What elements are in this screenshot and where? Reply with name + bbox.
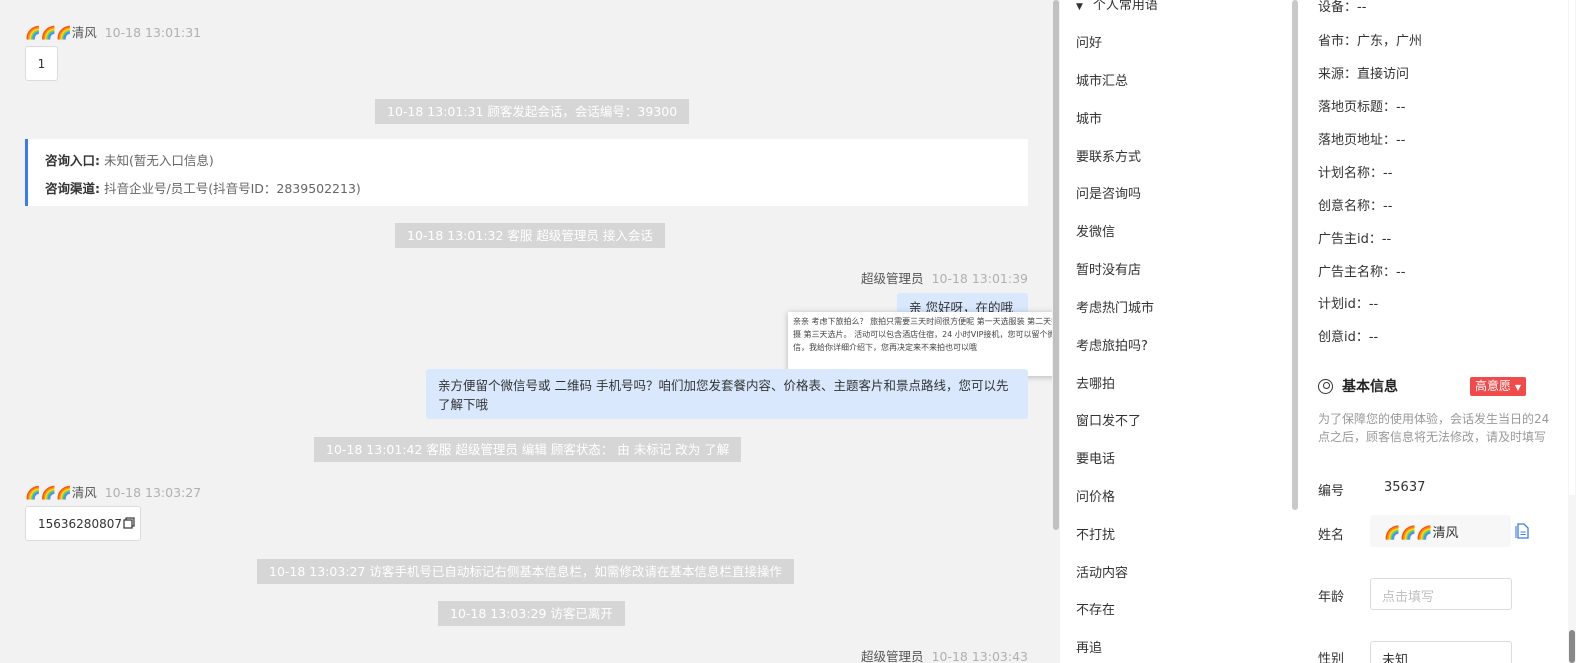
- consult-info-card: 咨询入口: 未知(暂无入口信息) 咨询渠道: 抖音企业号/员工号(抖音号ID：2…: [25, 139, 1028, 206]
- phrase-item[interactable]: 问价格: [1076, 486, 1115, 505]
- panel-scrollbar[interactable]: [1568, 0, 1576, 663]
- consult-entry-value: 未知(暂无入口信息): [103, 153, 214, 168]
- system-message: 10-18 13:01:32 客服 超级管理员 接入会话: [395, 223, 665, 248]
- phrase-item[interactable]: 暂时没有店: [1076, 259, 1141, 278]
- landing-url-info: 落地页地址：--: [1318, 133, 1406, 148]
- visitor-name: 🌈🌈🌈清风: [25, 25, 97, 40]
- agent-name: 超级管理员: [861, 271, 924, 286]
- basic-info-title-text: 基本信息: [1342, 379, 1398, 395]
- system-message: 10-18 13:03:29 访客已离开: [438, 601, 625, 626]
- age-label: 年龄: [1318, 590, 1345, 605]
- chat-scrollbar[interactable]: [1052, 0, 1060, 663]
- phrase-group-title: 个人常用语: [1092, 0, 1158, 13]
- visitor-message-bubble: 15636280807: [25, 506, 141, 541]
- phrase-item[interactable]: 不打扰: [1076, 524, 1115, 543]
- plan-name-info: 计划名称：--: [1318, 166, 1393, 181]
- consult-entry-label: 咨询入口:: [45, 153, 100, 168]
- age-input[interactable]: 点击填写: [1370, 578, 1512, 610]
- consult-channel-row: 咨询渠道: 抖音企业号/员工号(抖音号ID：2839502213): [45, 178, 1028, 197]
- quick-phrase-preview-tooltip: 亲亲 考虑下旅拍么？ 旅拍只需要三天时间很方便呢 第一天选服装 第二天拍摄 第三…: [788, 312, 1052, 376]
- landing-title-info: 落地页标题：--: [1318, 100, 1406, 115]
- phrase-item[interactable]: 城市: [1076, 108, 1102, 127]
- chat-workspace: 🌈🌈🌈清风 10-18 13:01:31 1 10-18 13:01:31 顾客发…: [0, 0, 1576, 663]
- agent-message-header: 超级管理员 10-18 13:01:39: [861, 268, 1028, 287]
- consult-channel-value: 抖音企业号/员工号(抖音号ID：2839502213): [103, 181, 361, 196]
- creative-name-info: 创意名称：--: [1318, 199, 1393, 214]
- phrase-item[interactable]: 要联系方式: [1076, 146, 1141, 165]
- agent-message-bubble: 亲方便留个微信号或 二维码 手机号吗？咱们加您发套餐内容、价格表、主题客片和景点…: [426, 369, 1028, 419]
- name-field[interactable]: 🌈🌈🌈清风: [1370, 515, 1511, 547]
- creative-id-info: 创意id：--: [1318, 330, 1379, 345]
- region-info: 省市：广东，广州: [1318, 34, 1423, 49]
- system-message: 10-18 13:01:31 顾客发起会话，会话编号：39300: [375, 99, 690, 124]
- phone-number-text: 15636280807: [38, 517, 122, 531]
- phrase-item[interactable]: 问好: [1076, 32, 1102, 51]
- edit-deadline-note: 为了保障您的使用体验，会话发生当日的24点之后，顾客信息将无法修改，请及时填写: [1318, 412, 1550, 444]
- device-info: 设备：--: [1318, 0, 1367, 15]
- consult-channel-label: 咨询渠道:: [45, 181, 100, 196]
- message-time: 10-18 13:01:39: [931, 271, 1028, 286]
- agent-name: 超级管理员: [861, 649, 924, 663]
- agent-message-header: 超级管理员 10-18 13:03:43: [861, 646, 1028, 663]
- plan-id-info: 计划id：--: [1318, 297, 1379, 312]
- system-message: 10-18 13:01:42 客服 超级管理员 编辑 顾客状态： 由 未标记 改…: [314, 437, 742, 462]
- system-message: 10-18 13:03:27 访客手机号已自动标记右侧基本信息栏，如需修改请在基…: [257, 559, 794, 584]
- visitor-message-header: 🌈🌈🌈清风 10-18 13:03:27: [25, 482, 201, 501]
- message-time: 10-18 13:03:27: [104, 485, 202, 500]
- caret-down-icon: ▼: [1514, 383, 1521, 392]
- visitor-message-bubble: 1: [25, 46, 58, 81]
- advertiser-id-info: 广告主id：--: [1318, 232, 1392, 247]
- advertiser-name-info: 广告主名称：--: [1318, 265, 1406, 280]
- name-label: 姓名: [1318, 528, 1345, 543]
- phrase-item[interactable]: 考虑旅拍吗?: [1076, 335, 1148, 354]
- phrase-item[interactable]: 要电话: [1076, 448, 1115, 467]
- phrase-item[interactable]: 发微信: [1076, 221, 1115, 240]
- panel-scrollbar-track: [1569, 0, 1575, 495]
- phrase-item[interactable]: 城市汇总: [1076, 70, 1128, 89]
- visitor-message-header: 🌈🌈🌈清风 10-18 13:01:31: [25, 22, 201, 41]
- phrase-item[interactable]: 活动内容: [1076, 562, 1128, 581]
- number-value: 35637: [1384, 480, 1426, 495]
- phrase-item[interactable]: 再追: [1076, 637, 1102, 656]
- intent-level-value: 高意愿: [1475, 379, 1512, 393]
- phrase-item[interactable]: 不存在: [1076, 599, 1115, 618]
- chat-scrollbar-thumb[interactable]: [1053, 0, 1059, 530]
- phrase-item[interactable]: 问是咨询吗: [1076, 183, 1141, 202]
- source-info: 来源：直接访问: [1318, 67, 1410, 82]
- panel-scrollbar-thumb[interactable]: [1569, 630, 1575, 663]
- basic-info-title: 基本信息: [1318, 376, 1398, 396]
- chat-history: 🌈🌈🌈清风 10-18 13:01:31 1 10-18 13:01:31 顾客发…: [0, 0, 1052, 663]
- number-label: 编号: [1318, 484, 1345, 499]
- gender-select[interactable]: 未知: [1370, 641, 1512, 663]
- copy-icon[interactable]: [123, 517, 135, 529]
- intent-level-dropdown[interactable]: 高意愿 ▼: [1470, 377, 1526, 396]
- gender-label: 性别: [1318, 652, 1345, 663]
- phrase-item[interactable]: 窗口发不了: [1076, 410, 1141, 429]
- phrase-item[interactable]: 考虑热门城市: [1076, 297, 1154, 316]
- message-time: 10-18 13:01:31: [104, 25, 202, 40]
- consult-entry-row: 咨询入口: 未知(暂无入口信息): [45, 150, 1028, 169]
- message-time: 10-18 13:03:43: [931, 649, 1028, 663]
- customer-info-panel: 设备：-- 省市：广东，广州 来源：直接访问 落地页标题：-- 落地页地址：--…: [1298, 0, 1576, 663]
- phrase-item[interactable]: 去哪拍: [1076, 373, 1115, 392]
- quick-phrases-panel: ▼ 个人常用语 问好 城市汇总 城市 要联系方式 问是咨询吗 发微信 暂时没有店 …: [1060, 0, 1292, 663]
- visitor-name: 🌈🌈🌈清风: [25, 485, 97, 500]
- caret-down-icon: ▼: [1076, 2, 1083, 12]
- copy-icon[interactable]: [1515, 523, 1529, 539]
- user-circle-icon: [1318, 378, 1333, 394]
- phrase-group-header[interactable]: ▼ 个人常用语: [1076, 0, 1158, 13]
